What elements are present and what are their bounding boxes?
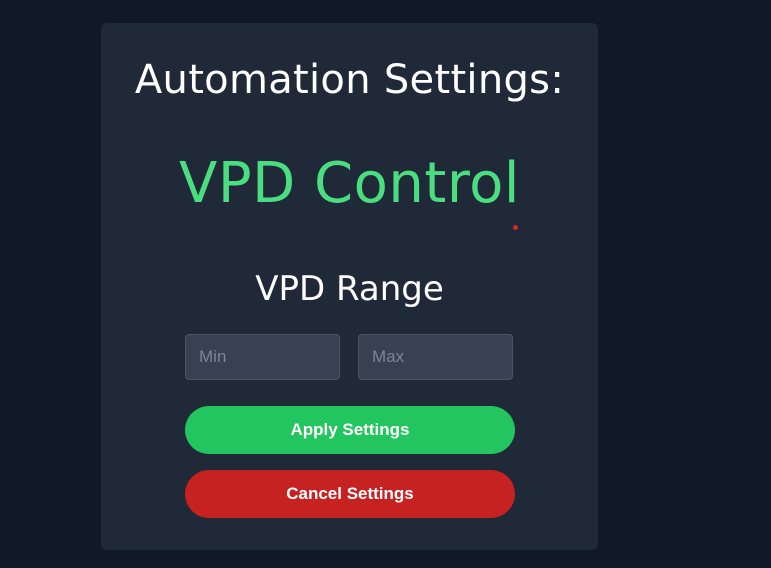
range-label: VPD Range bbox=[255, 269, 444, 309]
apply-settings-button[interactable]: Apply Settings bbox=[185, 406, 515, 454]
max-input[interactable] bbox=[358, 334, 513, 380]
panel-title: Automation Settings: bbox=[134, 57, 565, 103]
automation-settings-panel: Automation Settings: VPD Control VPD Ran… bbox=[101, 23, 598, 550]
mode-title: VPD Control bbox=[179, 151, 520, 216]
min-input[interactable] bbox=[185, 334, 340, 380]
status-dot-indicator bbox=[513, 225, 518, 230]
cancel-settings-button[interactable]: Cancel Settings bbox=[185, 470, 515, 518]
